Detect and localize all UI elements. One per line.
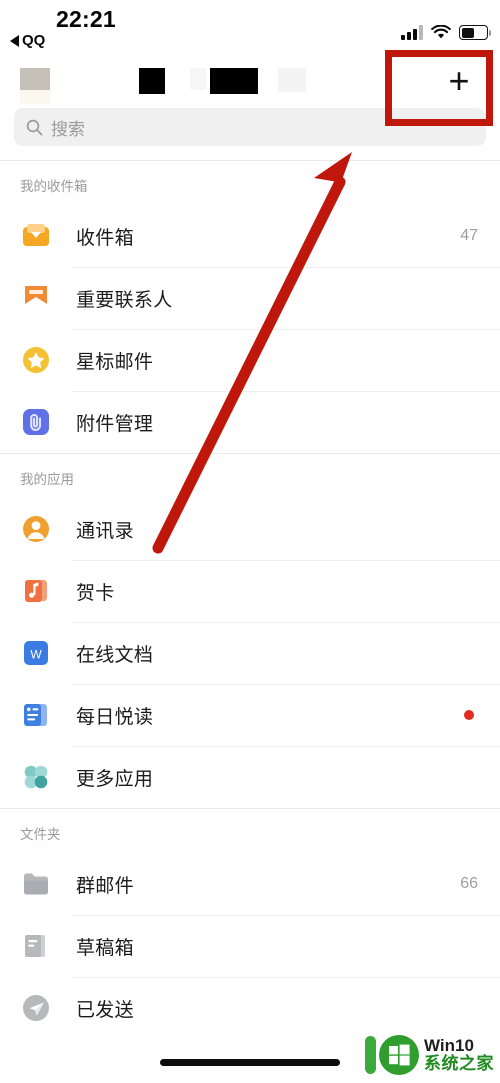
- signal-bars-icon: [401, 25, 423, 40]
- watermark: Win10 系统之家: [365, 1035, 494, 1075]
- list-item-sent-paper-plane[interactable]: 已发送: [0, 977, 500, 1039]
- redacted-title-block-2: [190, 68, 206, 90]
- list-item-label: 每日悦读: [76, 706, 154, 728]
- list-item-label: 收件箱: [76, 227, 134, 249]
- list-item-contacts-person[interactable]: 通讯录: [0, 498, 500, 560]
- redacted-title-block-3: [210, 68, 258, 94]
- redacted-title-block-4: [278, 68, 306, 92]
- list-item-count-badge: 47: [460, 227, 478, 244]
- unread-dot-badge: [464, 710, 474, 720]
- bookmark-flag-icon: [20, 282, 52, 314]
- daily-reading-icon: [20, 699, 52, 731]
- attachment-manager-icon: [20, 406, 52, 438]
- search-placeholder: 搜索: [51, 119, 85, 139]
- greeting-card-music-icon: [20, 575, 52, 607]
- search-icon: [26, 119, 43, 136]
- status-bar-time: 22:21: [56, 6, 116, 32]
- folder-list: 我的收件箱 收件箱 47 重要联系人 星标邮件 附件管理 我的应用 通讯录 贺卡…: [0, 161, 500, 1039]
- draft-document-icon: [20, 930, 52, 962]
- section-title: 我的应用: [20, 472, 74, 487]
- list-item-attachment-manager[interactable]: 附件管理: [0, 391, 500, 453]
- redacted-avatar-block-lower: [20, 90, 50, 104]
- redacted-title-block-1: [139, 68, 165, 94]
- svg-text:W: W: [30, 648, 42, 662]
- watermark-line-1: Win10: [424, 1036, 474, 1056]
- list-item-label: 附件管理: [76, 413, 154, 435]
- list-item-online-document-w[interactable]: W 在线文档: [0, 622, 500, 684]
- online-document-w-icon: W: [20, 637, 52, 669]
- list-item-label: 群邮件: [76, 875, 134, 897]
- list-item-label: 草稿箱: [76, 937, 134, 959]
- list-item-label: 重要联系人: [76, 289, 173, 311]
- wifi-icon: [431, 24, 451, 40]
- list-item-draft-document[interactable]: 草稿箱: [0, 915, 500, 977]
- inbox-tray-icon: [20, 220, 52, 252]
- watermark-bar: [365, 1036, 376, 1074]
- home-indicator: [160, 1059, 340, 1066]
- list-item-folder[interactable]: 群邮件 66: [0, 853, 500, 915]
- back-label: QQ: [22, 32, 46, 49]
- folder-icon: [20, 868, 52, 900]
- windows-logo-icon: [379, 1035, 419, 1075]
- list-item-more-apps-grid[interactable]: 更多应用: [0, 746, 500, 808]
- list-item-star-circle[interactable]: 星标邮件: [0, 329, 500, 391]
- list-item-label: 贺卡: [76, 582, 115, 604]
- status-bar-indicators: [401, 18, 491, 40]
- battery-icon: [459, 25, 491, 40]
- section-title: 我的收件箱: [20, 179, 88, 194]
- list-item-label: 星标邮件: [76, 351, 154, 373]
- status-bar: 22:21 QQ: [0, 0, 500, 52]
- list-item-greeting-card-music[interactable]: 贺卡: [0, 560, 500, 622]
- list-item-inbox-tray[interactable]: 收件箱 47: [0, 205, 500, 267]
- back-to-qq-button[interactable]: QQ: [10, 32, 45, 49]
- phone-screen: 22:21 QQ + 搜索 我的收件箱 收件箱 47 重要联系人 星标邮件 附件…: [0, 0, 500, 1083]
- list-item-label: 在线文档: [76, 644, 154, 666]
- list-item-label: 通讯录: [76, 520, 134, 542]
- contacts-person-icon: [20, 513, 52, 545]
- list-item-bookmark-flag[interactable]: 重要联系人: [0, 267, 500, 329]
- section-title: 文件夹: [20, 827, 61, 842]
- list-item-daily-reading[interactable]: 每日悦读: [0, 684, 500, 746]
- star-circle-icon: [20, 344, 52, 376]
- list-item-count-badge: 66: [460, 875, 478, 892]
- search-container: 搜索: [0, 108, 500, 160]
- list-item-label: 已发送: [76, 999, 134, 1021]
- add-button[interactable]: +: [432, 58, 486, 104]
- sent-paper-plane-icon: [20, 992, 52, 1024]
- back-triangle-icon: [10, 34, 19, 47]
- more-apps-grid-icon: [20, 761, 52, 793]
- app-header: +: [0, 52, 500, 108]
- watermark-line-2: 系统之家: [424, 1054, 494, 1073]
- search-input[interactable]: 搜索: [14, 108, 486, 146]
- list-item-label: 更多应用: [76, 768, 154, 790]
